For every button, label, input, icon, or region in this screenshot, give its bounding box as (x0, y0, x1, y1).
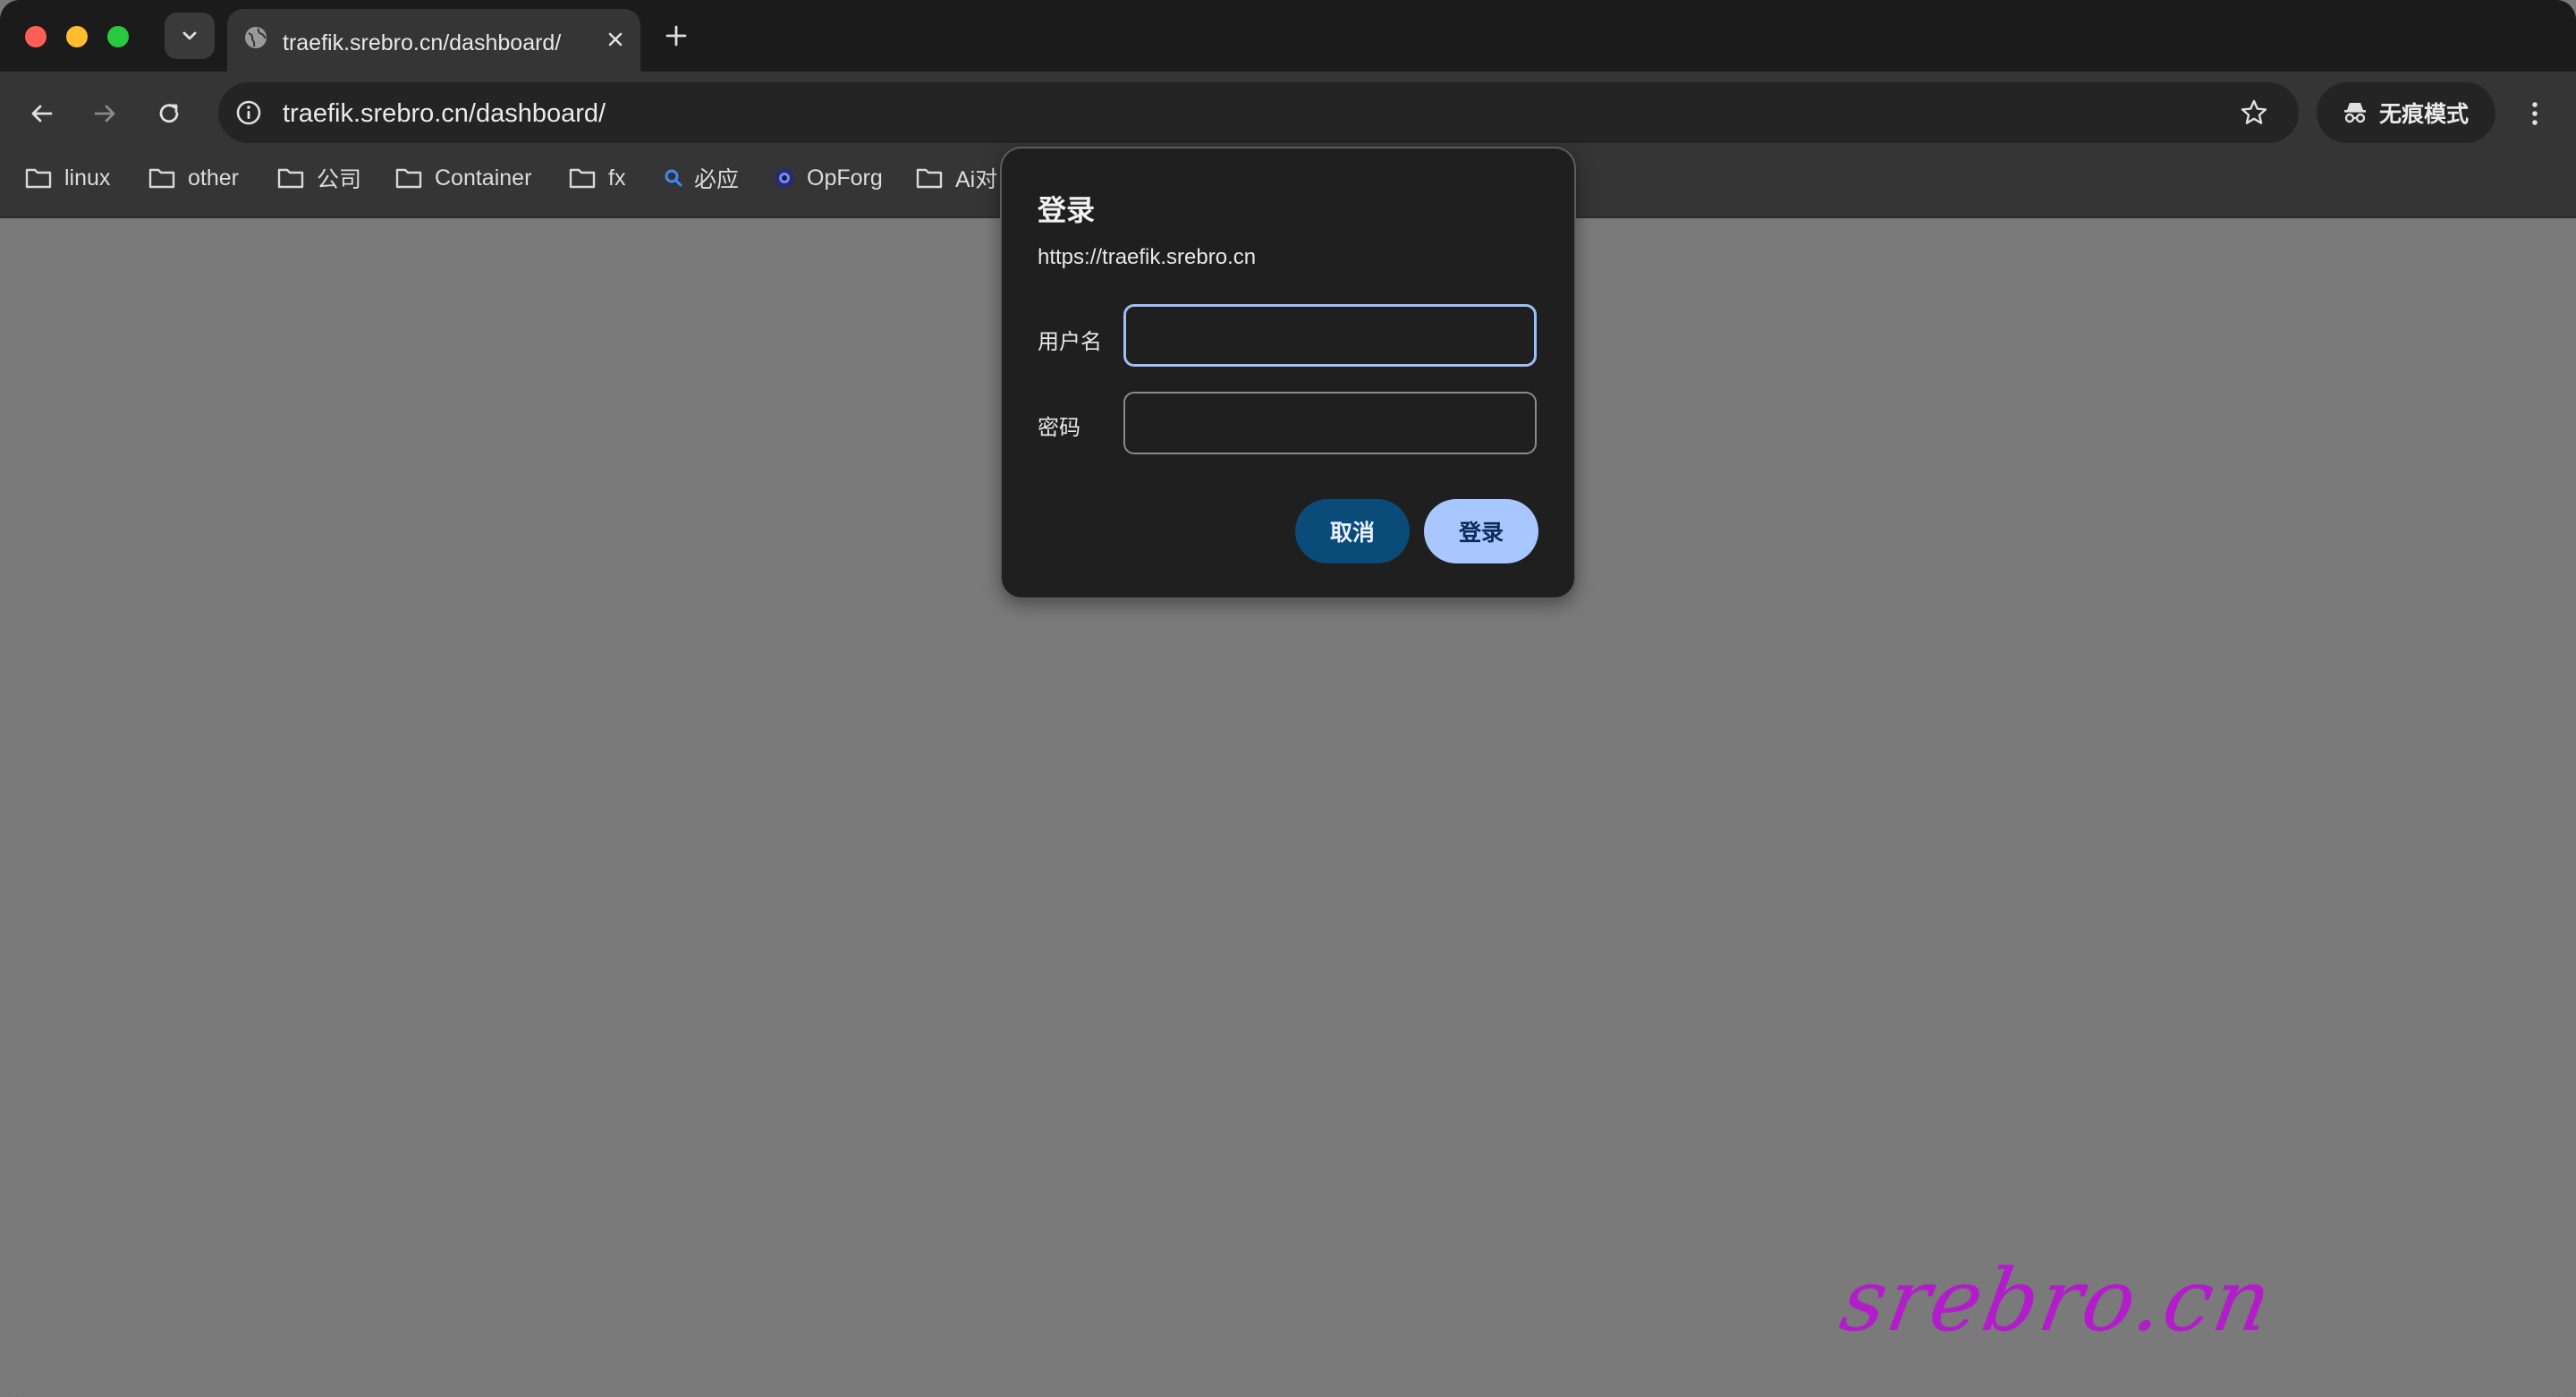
active-tab[interactable]: traefik.srebro.cn/dashboard/ (227, 9, 640, 72)
close-icon (608, 32, 623, 47)
tab-search-button[interactable] (165, 13, 215, 59)
site-icon (771, 165, 798, 191)
bookmark-label: other (188, 165, 239, 190)
incognito-icon (2340, 97, 2370, 128)
bookmark-label: 必应 (694, 167, 740, 192)
browser-menu-button[interactable] (2519, 93, 2551, 134)
bookmark-folder-fx[interactable]: fx (567, 156, 625, 200)
reload-button[interactable] (148, 93, 190, 134)
url-text[interactable]: traefik.srebro.cn/dashboard/ (283, 99, 606, 129)
close-window-button[interactable] (25, 26, 47, 47)
bookmark-bing[interactable]: 必应 (660, 156, 739, 200)
arrow-left-icon (31, 105, 53, 123)
toolbar: traefik.srebro.cn/dashboard/ 无痕模式 (0, 72, 2576, 156)
reload-icon (159, 104, 179, 123)
arrow-right-icon (94, 105, 115, 123)
chevron-down-icon (182, 31, 197, 40)
bookmark-label: fx (608, 165, 626, 190)
folder-icon (914, 165, 945, 191)
watermark: srebro.cn (1834, 1250, 2281, 1350)
folder-icon (567, 165, 597, 191)
incognito-indicator[interactable]: 无痕模式 (2317, 82, 2496, 143)
tab-title: traefik.srebro.cn/dashboard/ (283, 30, 562, 55)
forward-button[interactable] (84, 93, 125, 134)
tab-strip: traefik.srebro.cn/dashboard/ (0, 0, 2576, 72)
bookmark-label: Container (435, 165, 532, 190)
password-label: 密码 (1038, 416, 1080, 440)
back-button[interactable] (21, 93, 63, 134)
cancel-button[interactable]: 取消 (1295, 499, 1410, 563)
username-field[interactable] (1123, 304, 1537, 367)
bookmark-star-button[interactable] (2236, 95, 2272, 131)
bookmark-folder-ai[interactable]: Ai对 (914, 156, 997, 200)
info-icon (236, 100, 261, 125)
more-vertical-icon (2532, 102, 2538, 125)
new-tab-button[interactable] (658, 18, 694, 54)
bookmark-label: Ai对 (955, 167, 998, 192)
globe-icon (245, 27, 267, 48)
password-field[interactable] (1123, 392, 1537, 454)
search-icon (660, 165, 687, 191)
bookmark-label: OpForg (807, 165, 883, 190)
bookmark-folder-company[interactable]: 公司 (275, 156, 361, 200)
folder-icon (394, 165, 424, 191)
dialog-origin: https://traefik.srebro.cn (1038, 245, 1257, 269)
tab-close-button[interactable] (601, 25, 630, 54)
site-info-button[interactable] (233, 97, 265, 129)
minimize-window-button[interactable] (66, 26, 88, 47)
login-dialog: 登录 https://traefik.srebro.cn 用户名 密码 取消 登… (1002, 148, 1574, 597)
bookmark-folder-other[interactable]: other (147, 156, 239, 200)
incognito-label: 无痕模式 (2379, 102, 2470, 127)
bookmark-label: linux (64, 165, 111, 190)
maximize-window-button[interactable] (107, 26, 129, 47)
folder-icon (23, 165, 54, 191)
dialog-title: 登录 (1038, 194, 1096, 226)
login-button[interactable]: 登录 (1424, 499, 1538, 563)
plus-icon (665, 25, 687, 47)
folder-icon (147, 165, 177, 191)
address-bar[interactable]: traefik.srebro.cn/dashboard/ (218, 82, 2299, 143)
bookmark-label: 公司 (317, 167, 362, 192)
username-label: 用户名 (1038, 330, 1102, 354)
bookmark-folder-container[interactable]: Container (394, 156, 531, 200)
bookmark-opforg[interactable]: OpForg (771, 156, 883, 200)
browser-window: traefik.srebro.cn/dashboard/ traefik.sre… (0, 0, 2576, 1397)
bookmark-folder-linux[interactable]: linux (23, 156, 110, 200)
star-icon (2241, 99, 2267, 124)
folder-icon (275, 165, 306, 191)
